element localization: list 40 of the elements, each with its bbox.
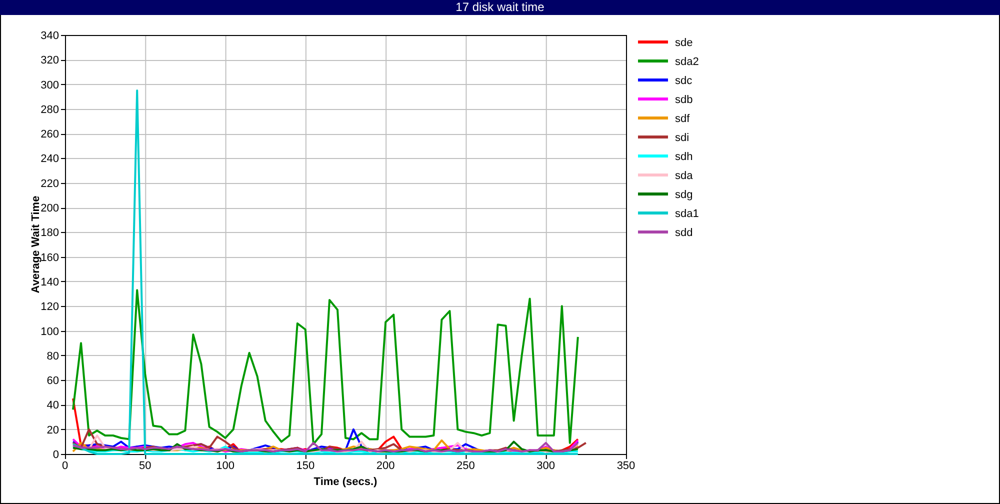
legend-label: sdi — [675, 132, 690, 144]
legend-label: sda2 — [675, 56, 699, 68]
y-tick-label: 280 — [40, 104, 59, 116]
y-tick-label: 220 — [40, 178, 59, 190]
x-axis-title: Time (secs.) — [314, 476, 378, 488]
legend-label: sdg — [675, 189, 693, 201]
y-tick-label: 200 — [40, 202, 59, 215]
x-tick-label: 100 — [216, 460, 234, 472]
x-tick-label: 250 — [456, 460, 475, 472]
legend-label: sde — [675, 37, 693, 49]
y-tick-label: 60 — [46, 375, 59, 388]
legend-label: sda1 — [675, 208, 699, 220]
x-tick-label: 200 — [376, 460, 395, 472]
legend-label: sdc — [675, 75, 692, 87]
y-tick-label: 100 — [40, 326, 59, 338]
legend-label: sdb — [675, 94, 693, 106]
y-tick-label: 140 — [40, 276, 59, 288]
x-tick-label: 300 — [536, 460, 556, 472]
y-tick-label: 0 — [52, 449, 59, 461]
y-tick-label: 160 — [40, 252, 59, 264]
x-tick-label: 50 — [139, 460, 152, 472]
x-tick-label: 0 — [62, 460, 68, 472]
y-tick-label: 180 — [40, 227, 59, 240]
y-tick-label: 300 — [40, 79, 59, 92]
legend-label: sda — [675, 170, 693, 182]
x-tick-label: 350 — [616, 460, 636, 472]
legend-label: sdd — [675, 227, 693, 239]
legend-label: sdf — [675, 113, 690, 125]
y-tick-label: 260 — [40, 128, 59, 141]
legend-label: sdh — [675, 151, 693, 163]
y-tick-label: 120 — [40, 301, 59, 314]
y-tick-label: 320 — [40, 54, 59, 67]
y-tick-label: 340 — [40, 30, 59, 42]
y-axis-title: Average Wait Time — [30, 196, 42, 294]
y-tick-label: 40 — [46, 400, 59, 412]
y-tick-label: 80 — [46, 350, 59, 362]
window-title: 17 disk wait time — [0, 0, 1000, 15]
x-tick-label: 150 — [296, 460, 315, 472]
y-tick-label: 20 — [46, 424, 59, 436]
y-tick-label: 240 — [40, 153, 59, 166]
